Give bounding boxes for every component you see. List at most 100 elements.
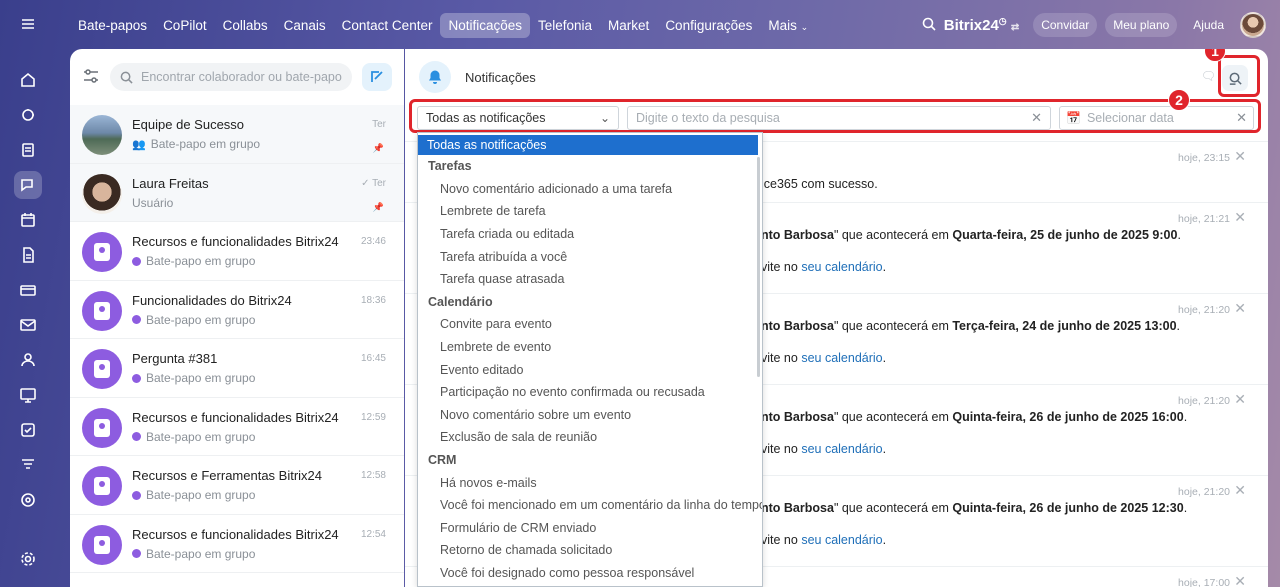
dropdown-option[interactable]: Novo comentário sobre um evento	[418, 404, 762, 427]
close-icon[interactable]: ✕	[1234, 482, 1246, 499]
close-icon[interactable]: ✕	[1234, 391, 1246, 408]
group-avatar	[82, 407, 122, 448]
dropdown-option[interactable]: Tarefa quase atrasada	[418, 268, 762, 291]
chat-avatar	[82, 173, 122, 214]
chat-item[interactable]: Funcionalidades do Bitrix24 Bate-papo em…	[70, 281, 404, 339]
nav-item[interactable]: Contact Center	[334, 13, 441, 38]
group-avatar	[82, 524, 122, 565]
brand-logo[interactable]: Bitrix24◷ ⇄	[944, 16, 1019, 34]
chat-item[interactable]: Laura Freitas Usuário ✓ Ter 📌	[70, 163, 404, 222]
copilot-icon[interactable]	[14, 101, 42, 129]
chat-item[interactable]: Recursos e funcionalidades Bitrix24 Bate…	[70, 398, 404, 456]
dropdown-option[interactable]: Participação no evento confirmada ou rec…	[418, 381, 762, 404]
notification-text: nto Barbosa" que acontecerá em Terça-fei…	[761, 319, 1181, 333]
chat-time: 12:54	[360, 528, 386, 540]
dropdown-option[interactable]: Você foi mencionado em um comentário da …	[418, 494, 762, 517]
search-icon[interactable]	[922, 17, 936, 34]
nav-item-more[interactable]: Mais ⌄	[760, 13, 816, 38]
notification-text: nto Barbosa" que acontecerá em Quinta-fe…	[761, 410, 1188, 424]
filter-settings-icon[interactable]	[82, 67, 100, 88]
chat-item[interactable]: Recursos e funcionalidades Bitrix24 Bate…	[70, 515, 404, 573]
dropdown-option[interactable]: Você foi designado como pessoa responsáv…	[418, 562, 762, 585]
dropdown-option[interactable]: Convite para evento	[418, 313, 762, 336]
dropdown-option[interactable]: Novo comentário adicionado a uma tarefa	[418, 178, 762, 201]
chat-icon[interactable]	[14, 171, 42, 199]
tasks-icon[interactable]	[14, 416, 42, 444]
plan-button[interactable]: Meu plano	[1105, 13, 1178, 37]
top-right: Bitrix24◷ ⇄ Convidar Meu plano Ajuda	[922, 10, 1266, 40]
close-icon[interactable]: ✕	[1234, 209, 1246, 226]
dropdown-option[interactable]: Retorno de chamada solicitado	[418, 539, 762, 562]
home-icon[interactable]	[14, 66, 42, 94]
dropdown-option[interactable]: Formulário de CRM enviado	[418, 517, 762, 540]
calendar-icon[interactable]	[14, 206, 42, 234]
close-icon[interactable]: ✕	[1234, 573, 1246, 587]
nav-item[interactable]: Configurações	[657, 13, 760, 38]
calendar-link[interactable]: seu calendário	[801, 260, 882, 274]
chat-item[interactable]: Equipe de Sucesso 👥 Bate-papo em grupo Te…	[70, 105, 404, 164]
pin-icon: 📌	[372, 201, 384, 212]
compose-button[interactable]	[362, 63, 392, 91]
filter-icon[interactable]	[14, 451, 42, 479]
dropdown-option[interactable]: Exclusão de sala de reunião	[418, 426, 762, 449]
chat-name: Recursos e funcionalidades Bitrix24	[132, 409, 339, 425]
nav-item[interactable]: Bate-papos	[70, 13, 155, 38]
dropdown-option[interactable]: Há novos e-mails	[418, 471, 762, 494]
chat-item[interactable]: Pergunta #381 Bate-papo em grupo 16:45	[70, 339, 404, 398]
pin-icon: 📌	[372, 143, 384, 153]
dropdown-option[interactable]: Lembrete de tarefa	[418, 200, 762, 223]
dropdown-scrollbar[interactable]	[757, 157, 760, 377]
notification-time: hoje, 21:20	[1178, 304, 1230, 316]
chat-name: Funcionalidades do Bitrix24	[132, 292, 292, 308]
left-rail	[0, 0, 56, 587]
calendar-link[interactable]: seu calendário	[801, 442, 882, 456]
notification-subtext: vite no seu calendário.	[761, 442, 887, 456]
board-icon[interactable]	[14, 381, 42, 409]
dropdown-option[interactable]: Tarefa atribuída a você	[418, 245, 762, 268]
dropdown-option[interactable]: Lembrete de evento	[418, 336, 762, 359]
group-avatar	[82, 466, 122, 506]
nav-item[interactable]: Canais	[276, 13, 334, 38]
mail-icon[interactable]	[14, 311, 42, 339]
card-icon[interactable]	[14, 276, 42, 304]
invite-button[interactable]: Convidar	[1033, 13, 1098, 37]
nav-item-active[interactable]: Notificações	[440, 12, 530, 38]
menu-icon[interactable]	[14, 10, 42, 38]
clock-icon: ◷	[998, 16, 1007, 26]
help-button[interactable]: Ajuda	[1185, 13, 1232, 37]
bell-icon	[419, 61, 451, 93]
close-icon[interactable]: ✕	[1234, 300, 1246, 317]
dropdown-option[interactable]: Todas as notificações	[418, 135, 758, 155]
chat-time-text: Ter	[372, 177, 386, 189]
chat-item[interactable]: Recursos e Ferramentas Bitrix24 Bate-pap…	[70, 456, 404, 515]
mark-read-icon[interactable]: 🗨	[1201, 69, 1216, 83]
toggle-icon: ⇄	[1010, 22, 1020, 33]
nav-item[interactable]: Market	[600, 13, 657, 38]
document-icon[interactable]	[14, 241, 42, 269]
page-title: Notificações	[465, 69, 536, 85]
goals-icon[interactable]	[14, 486, 42, 514]
notification-time: hoje, 17:00	[1178, 577, 1230, 587]
group-dot-icon	[132, 490, 141, 500]
dropdown-option[interactable]: Tarefa criada ou editada	[418, 223, 762, 246]
feed-icon[interactable]	[14, 136, 42, 164]
close-icon[interactable]: ✕	[1234, 148, 1246, 165]
chat-time: ✓ Ter	[361, 178, 386, 189]
nav-item[interactable]: Telefonia	[530, 13, 600, 38]
nav-item[interactable]: CoPilot	[155, 13, 215, 38]
highlight-box-1	[1218, 55, 1260, 97]
brand-name: Bitrix24	[943, 17, 999, 34]
settings-icon[interactable]	[14, 545, 42, 573]
search-input[interactable]: Encontrar colaborador ou bate-papo	[110, 63, 352, 91]
user-avatar[interactable]	[1240, 12, 1266, 38]
contacts-icon[interactable]	[14, 346, 42, 374]
calendar-link[interactable]: seu calendário	[801, 533, 882, 547]
calendar-link[interactable]: seu calendário	[801, 351, 882, 365]
nav-item[interactable]: Collabs	[215, 13, 276, 38]
dropdown-option[interactable]: Evento editado	[418, 358, 762, 381]
group-dot-icon	[132, 549, 141, 558]
group-dot-icon	[132, 432, 141, 441]
dropdown-group: Tarefas	[428, 159, 472, 174]
chat-item[interactable]: Recursos e funcionalidades Bitrix24 Bate…	[70, 222, 404, 281]
edit-icon	[371, 71, 383, 82]
